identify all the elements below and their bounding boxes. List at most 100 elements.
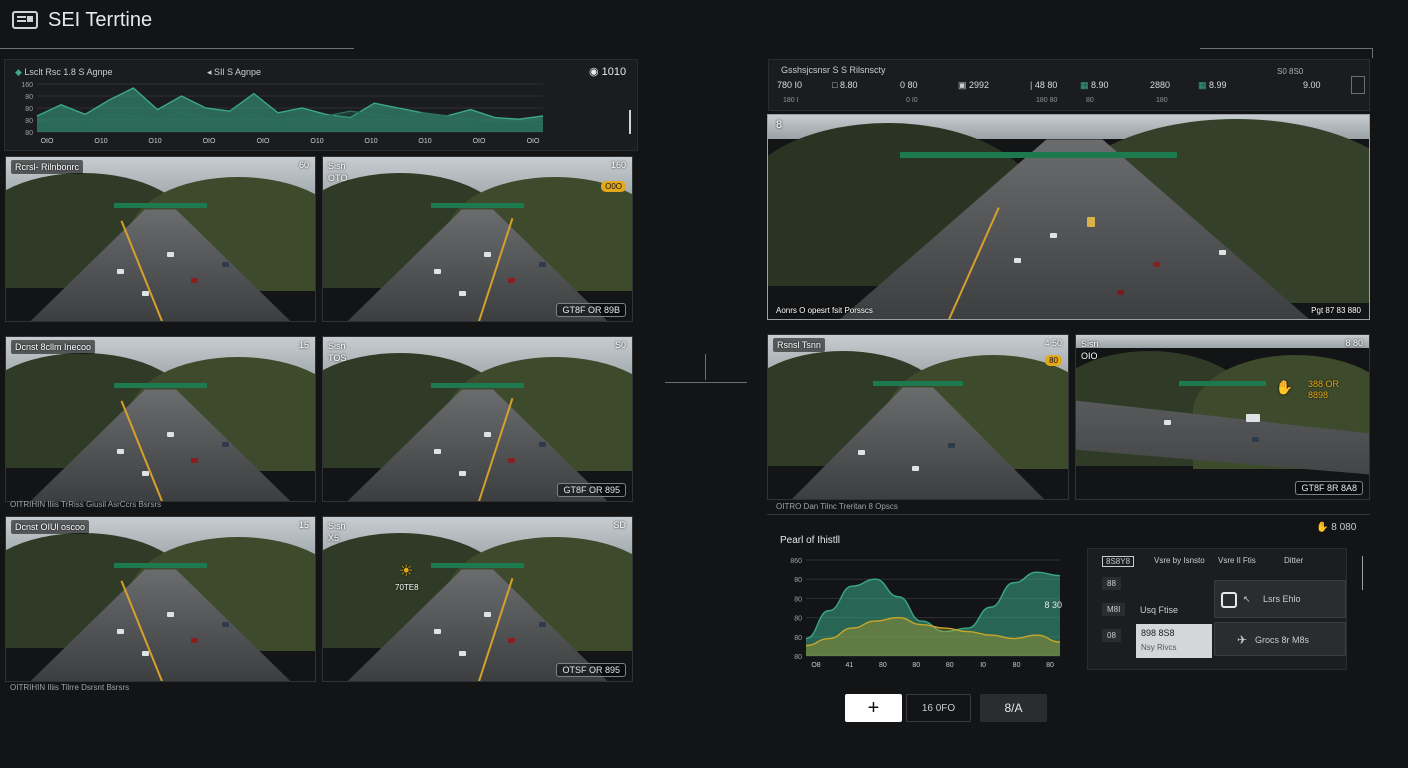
stat-value: 2992 [969, 80, 990, 90]
x-tick-label: O10 [94, 138, 107, 145]
main-camera-caption-left: Aonrs O opesrt fsit Porsscs [776, 306, 873, 315]
x-tick-label: I0 [980, 662, 986, 669]
main-camera-caption-right: Pgt 87 83 880 [1311, 306, 1361, 315]
camera-tile-label: Sisn X5 [328, 521, 346, 543]
y-tick-label: 80 [794, 596, 802, 603]
bottom-chart-title: Pearl of Ihistll [780, 535, 841, 546]
menu-tab[interactable]: Vsre by Isnsto [1154, 556, 1205, 565]
camera-tile[interactable]: Sisn X5 SD 70TE8 ☀ OTSF OR 895 [322, 516, 633, 682]
stats-panel: Gsshsjcsnsr S S Rilsnscty S0 8S0 [768, 59, 1370, 111]
stat-item: ▦ 8.99 [1198, 80, 1227, 91]
center-separator-v [705, 354, 706, 380]
y-tick-label: 860 [790, 558, 802, 565]
interval-button[interactable]: 16 0FO [906, 694, 971, 722]
camera-tile[interactable]: Dcnst 8cllm Inecoo 15 [5, 336, 316, 502]
camera-tile[interactable]: Dcnst OIUl oscoo 15 [5, 516, 316, 682]
camera-id-chip: GT8F OR 895 [557, 483, 626, 497]
map-route-button[interactable]: 8/A [980, 694, 1047, 722]
hand-icon: ✋ [1316, 522, 1332, 533]
camera-tile[interactable]: Sisn OIO 8 80 388 OR 8898 ✋ GT8F 8R 8A8 [1075, 334, 1370, 500]
right-grid-caption: OITRO Dan Tilnc Treritan 8 Opscs [776, 502, 898, 511]
camera-tile[interactable]: Sisn OTO 160 O0O GT8F OR 89B [322, 156, 633, 322]
menu-side-item[interactable]: M8I [1102, 603, 1126, 616]
x-tick-label: 80 [946, 662, 954, 669]
main-camera-num: 8 [776, 119, 783, 131]
stat-value: 9.00 [1303, 80, 1321, 90]
camera-tile-number: 4 50 [1044, 338, 1062, 348]
menu-side-item[interactable]: 08 [1102, 629, 1121, 642]
camera-arrow-icon: ↖ [1243, 594, 1251, 604]
camera-tile-number: 15 [298, 520, 309, 530]
stat-sub-value: 180 I [783, 97, 799, 104]
camera-tile-label: Dcnst 8cllm Inecoo [11, 340, 96, 354]
options-scrollbar[interactable] [1362, 556, 1363, 590]
x-tick-label: O10 [364, 138, 377, 145]
stat-item: 2880 [1150, 80, 1170, 90]
x-tick-label: O10 [310, 138, 323, 145]
camera-tile[interactable]: Rcrsl- Rilnbonrc 60 [5, 156, 316, 322]
center-separator-h [665, 382, 747, 383]
camera-tile-label: Sisn TOS [328, 341, 347, 363]
image-icon: ▣ [958, 80, 970, 90]
stat-item: □ 8.80 [832, 80, 857, 90]
camera-tile[interactable]: Sisn TOS S0 GT8F OR 895 [322, 336, 633, 502]
camera-tile-label: Rsnsl Tsnn [773, 338, 825, 352]
y-tick-label: 80 [25, 118, 33, 125]
grid-icon: ▦ [1080, 80, 1092, 90]
stat-value: 8.80 [839, 80, 858, 90]
hand-alert-icon: ✋ [1275, 379, 1293, 395]
stat-sub-value: 180 80 [1036, 97, 1058, 104]
bottom-chart-right-value: 8 30 [1044, 600, 1062, 610]
menu-item-2[interactable]: ✈ Grocs 8r M8s [1214, 622, 1346, 656]
grid-icon: ▦ [1198, 80, 1210, 90]
camera-tile-number: 60 [298, 160, 309, 170]
main-camera-feed[interactable]: 8 Aonrs O opesrt fsit Porsscs Pgt 87 83 … [767, 114, 1370, 320]
x-tick-label: OIO [257, 138, 270, 145]
x-tick-label: O10 [418, 138, 431, 145]
top-chart-panel: ◆ Lsclt Rsc 1.8 S Agnpe ◂ SIl S Agnpe ◉ … [4, 59, 638, 151]
stat-sub-value: 180 [1156, 97, 1168, 104]
menu-tab[interactable]: Vsre Il Ftis [1218, 556, 1256, 565]
menu-tab[interactable]: 8S8Y8 [1102, 556, 1135, 567]
y-tick-label: 80 [794, 654, 802, 661]
x-tick-label: 41 [846, 662, 854, 669]
y-tick-label: 160 [21, 82, 33, 89]
checkbox-icon: □ [832, 80, 840, 90]
menu-list-item-2-label: 898 8S8 [1141, 628, 1175, 638]
menu-list-item-2[interactable]: 898 8S8 Nsy Rivcs [1136, 624, 1212, 658]
right-grid-underline [767, 514, 1370, 515]
stats-right-label: S0 8S0 [1277, 67, 1304, 76]
camera-tile-label: Rcrsl- Rilnbonrc [11, 160, 84, 174]
y-tick-label: 80 [794, 635, 802, 642]
x-tick-label: 80 [879, 662, 887, 669]
stat-value: 8.99 [1209, 80, 1227, 90]
bottom-chart: 860 80 80 80 80 80 O8 41 80 80 80 I0 80 80 8 30 [790, 558, 1062, 669]
app-logo-icon [12, 11, 38, 29]
camera-tile-number: SD [613, 520, 626, 530]
stat-value: 2880 [1150, 80, 1171, 90]
header-divider-left [0, 48, 354, 49]
stats-expand-button[interactable] [1351, 76, 1365, 94]
camera-tile-number: 15 [298, 340, 309, 350]
stat-sub-value: 0 I0 [906, 97, 918, 104]
top-chart-scroll-handle[interactable] [629, 110, 631, 134]
stat-item: ▣ 2992 [958, 80, 989, 91]
options-panel: 8S8Y8 Vsre by Isnsto Vsre Il Ftis Ditter ↖ … [1087, 548, 1347, 670]
x-tick-label: OIO [473, 138, 486, 145]
camera-tile-label: Sisn OTO [328, 161, 348, 183]
menu-item-1[interactable]: ↖ Lsrs Ehlo [1214, 580, 1346, 618]
menu-tab[interactable]: Ditter [1284, 556, 1303, 565]
menu-side-item[interactable]: 88 [1102, 577, 1121, 590]
camera-alert-badge: O0O [601, 181, 626, 192]
menu-list-item-2-sub: Nsy Rivcs [1141, 643, 1177, 652]
x-tick-label: O8 [811, 662, 820, 669]
camera-tile[interactable]: Rsnsl Tsnn 4 50 80 [767, 334, 1069, 500]
x-tick-label: 80 [1013, 662, 1021, 669]
camera-tile-number: 8 80 [1345, 338, 1363, 348]
x-tick-label: OIO [41, 138, 54, 145]
menu-list-item-1[interactable]: Usq Ftise [1140, 605, 1178, 615]
bottom-right-value-wrap: ✋ 8 080 [1316, 522, 1356, 533]
add-button[interactable]: + [845, 694, 902, 722]
stat-value: 0 80 [900, 80, 918, 90]
camera-tile-label: Sisn OIO [1081, 339, 1099, 361]
